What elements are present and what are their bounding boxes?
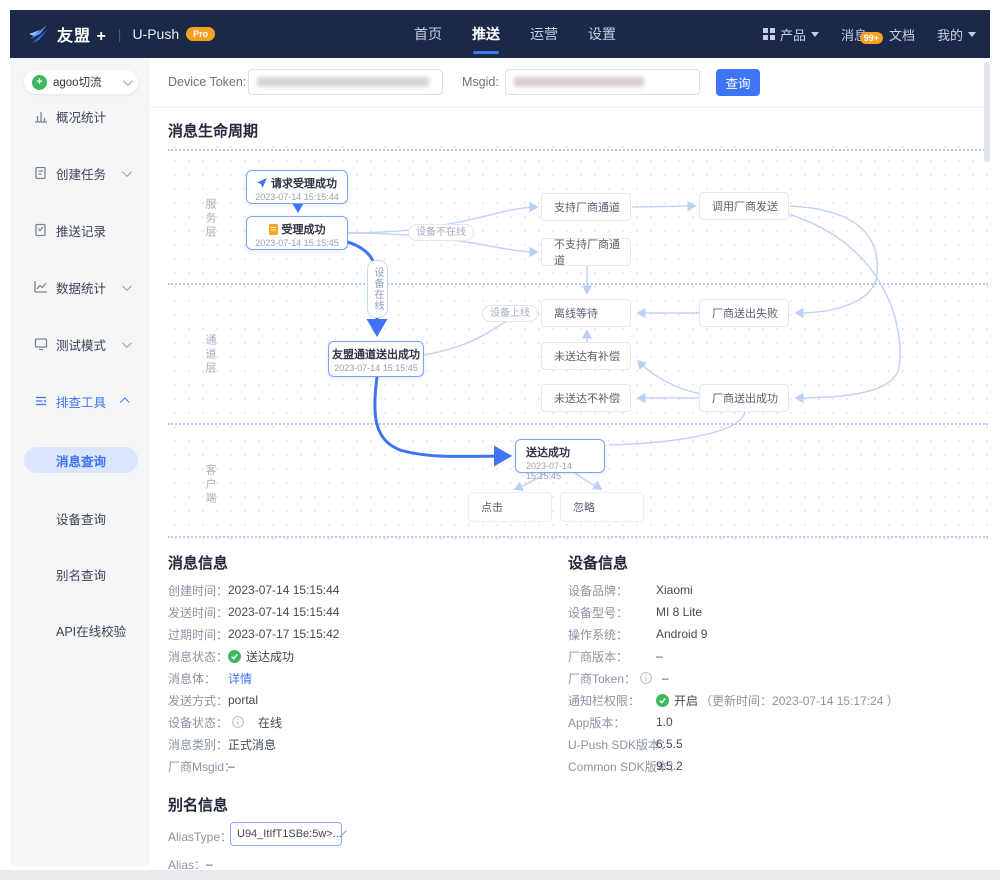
lifecycle-canvas: 服务层 通道层 客户端 <box>168 140 988 546</box>
info-icon[interactable] <box>640 672 652 684</box>
grid-icon <box>763 28 775 40</box>
task-doc-icon <box>34 166 48 180</box>
nav-home[interactable]: 首页 <box>414 10 442 58</box>
docs-menu[interactable]: 文档 <box>889 25 915 44</box>
flow-node-vendor-fail[interactable]: 厂商送出失败 <box>699 299 789 327</box>
device-token-label: Device Token: <box>168 75 246 89</box>
main-content: Device Token: Msgid: 查询 消息生命周期 服务层 通道层 客… <box>150 58 990 866</box>
bar-chart-icon <box>34 109 48 123</box>
monitor-icon <box>34 337 48 351</box>
sidebar: + agoo切流 概况统计 创建任务 推送记录 <box>10 58 150 866</box>
message-info-title: 消息信息 <box>168 552 228 573</box>
brand[interactable]: 友盟 + | U-Push Pro <box>28 22 215 46</box>
my-account-menu[interactable]: 我的 <box>937 25 976 44</box>
messages-menu[interactable]: 消息 99+ <box>841 25 867 44</box>
alias-type-select[interactable]: U94_ItIfT1SBe:5w>... <box>230 822 342 846</box>
record-doc-icon <box>34 223 48 237</box>
line-chart-icon <box>34 280 48 294</box>
caret-down-icon <box>968 32 976 37</box>
caret-down-icon <box>811 32 819 37</box>
app-window: 友盟 + | U-Push Pro 首页 推送 运营 设置 产品 消息 <box>0 0 1000 880</box>
flow-node-undelivered-nocomp[interactable]: 未送达不补偿 <box>541 384 631 412</box>
sidebar-item-overview[interactable]: 概况统计 <box>10 102 150 130</box>
sidebar-item-data-stats[interactable]: 数据统计 <box>10 273 150 301</box>
list-lines-icon <box>34 394 48 408</box>
navbar-right: 产品 消息 99+ 文档 我的 <box>763 10 976 58</box>
chevron-down-icon <box>122 338 132 348</box>
flow-node-delivered[interactable]: 送达成功 2023-07-14 15:15:45 <box>515 439 605 473</box>
app-icon: + <box>32 75 47 90</box>
alias-info-title: 别名信息 <box>168 794 228 815</box>
chevron-up-icon <box>120 397 130 407</box>
edge-label-device-come-online: 设备上线 <box>482 305 538 322</box>
nav-settings[interactable]: 设置 <box>588 10 616 58</box>
flow-node-click[interactable]: 点击 <box>468 492 552 522</box>
orange-doc-icon <box>269 224 278 235</box>
edge-label-device-offline: 设备不在线 <box>408 224 474 241</box>
flow-node-accepted[interactable]: 受理成功 2023-07-14 15:15:45 <box>246 216 348 250</box>
msgid-label: Msgid: <box>462 75 499 89</box>
device-token-input[interactable] <box>248 69 443 95</box>
divider <box>150 107 990 108</box>
success-check-icon <box>228 650 241 663</box>
msgid-input[interactable] <box>505 69 700 95</box>
main-nav: 首页 推送 运营 设置 <box>414 10 616 58</box>
flow-title: 消息生命周期 <box>168 120 258 141</box>
nav-operation[interactable]: 运营 <box>530 10 558 58</box>
sidebar-item-test-mode[interactable]: 测试模式 <box>10 330 150 358</box>
flow-node-no-support-channel[interactable]: 不支持厂商通道 <box>541 238 631 266</box>
sidebar-subitem-message-query[interactable]: 消息查询 <box>10 446 150 474</box>
flow-node-undelivered-comp[interactable]: 未送达有补偿 <box>541 342 631 370</box>
sidebar-item-create-task[interactable]: 创建任务 <box>10 159 150 187</box>
flow-node-ignore[interactable]: 忽略 <box>560 492 644 522</box>
redacted-value <box>257 77 429 87</box>
app-selector-value: agoo切流 <box>53 74 117 90</box>
paper-plane-icon <box>257 178 267 188</box>
sidebar-item-troubleshoot[interactable]: 排查工具 <box>10 387 150 415</box>
brand-name: 友盟 + <box>57 22 107 46</box>
top-navbar: 友盟 + | U-Push Pro 首页 推送 运营 设置 产品 消息 <box>10 10 990 58</box>
info-icon[interactable] <box>232 716 244 728</box>
sidebar-menu: 概况统计 创建任务 推送记录 数据统计 <box>10 102 150 382</box>
flow-node-offline-wait[interactable]: 离线等待 <box>541 299 631 327</box>
flow-node-vendor-success[interactable]: 厂商送出成功 <box>699 384 789 412</box>
nav-push[interactable]: 推送 <box>472 10 500 58</box>
chevron-down-icon <box>123 76 133 86</box>
sidebar-subitem-api-check[interactable]: API在线校验 <box>10 616 150 644</box>
success-check-icon <box>656 694 669 707</box>
app-selector[interactable]: + agoo切流 <box>24 70 138 94</box>
brand-divider: | <box>118 26 122 42</box>
edge-label-device-online: 设备在线 <box>367 260 388 318</box>
pro-badge: Pro <box>186 27 215 41</box>
sidebar-subitem-alias-query[interactable]: 别名查询 <box>10 560 150 588</box>
messages-count-badge: 99+ <box>860 32 883 44</box>
chevron-down-icon <box>122 281 132 291</box>
window-bottom-edge <box>0 870 1000 880</box>
flow-node-umeng-sent[interactable]: 友盟通道送出成功 2023-07-14 15:15:45 <box>328 341 424 377</box>
search-button[interactable]: 查询 <box>716 69 760 96</box>
sidebar-item-push-record[interactable]: 推送记录 <box>10 216 150 244</box>
redacted-value <box>514 77 644 87</box>
message-body-detail-link[interactable]: 详情 <box>228 670 252 687</box>
chevron-down-icon <box>122 167 132 177</box>
flow-node-call-vendor[interactable]: 调用厂商发送 <box>699 192 789 220</box>
flow-node-request-accepted[interactable]: 请求受理成功 2023-07-14 15:15:44 <box>246 170 348 204</box>
device-info-title: 设备信息 <box>568 552 628 573</box>
flow-node-support-channel[interactable]: 支持厂商通道 <box>541 193 631 221</box>
scrollbar[interactable] <box>984 62 990 162</box>
sidebar-subitem-device-query[interactable]: 设备查询 <box>10 504 150 532</box>
products-menu[interactable]: 产品 <box>763 25 819 44</box>
active-underline <box>473 51 499 54</box>
product-name: U-Push <box>132 26 179 42</box>
umeng-logo-icon <box>28 23 50 45</box>
